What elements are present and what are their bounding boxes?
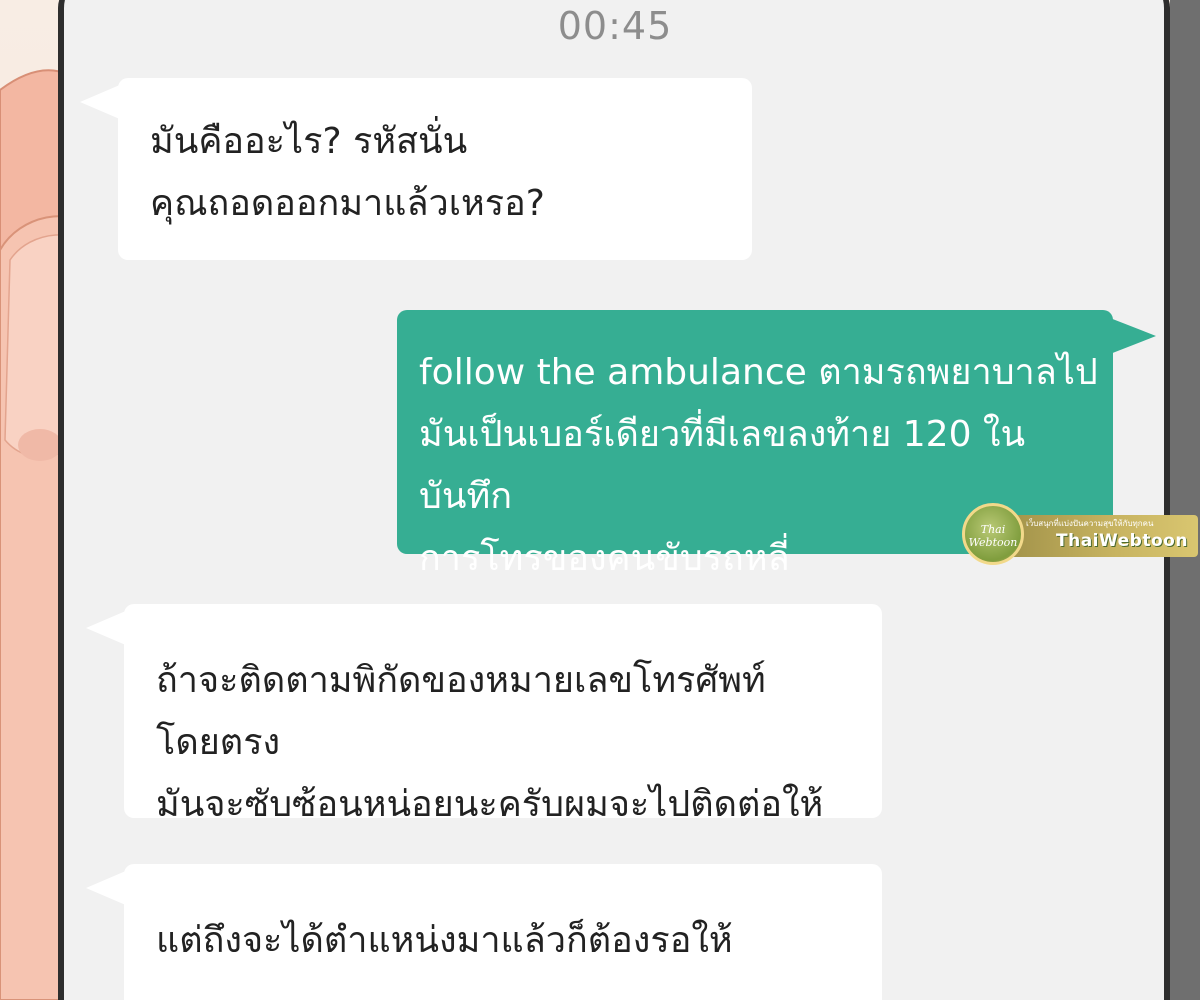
incoming-message[interactable]: แต่ถึงจะได้ตำแหน่งมาแล้วก็ต้องรอให้: [124, 864, 882, 1000]
bubble-tail-incoming: [86, 870, 128, 906]
hand-nail-highlight: [18, 429, 62, 461]
watermark-logo-text: Thai Webtoon: [968, 523, 1018, 549]
watermark-brand: ThaiWebtoon: [1056, 531, 1188, 551]
bubble-tail-outgoing: [1110, 318, 1156, 354]
watermark-tagline: เว็บสนุกที่แบ่งปันความสุขให้กับทุกคน: [1026, 519, 1154, 528]
phone-edge: [1170, 0, 1200, 1000]
watermark: Thai Webtoon เว็บสนุกที่แบ่งปันความสุขให…: [958, 503, 1198, 565]
bubble-tail-incoming: [80, 84, 122, 120]
incoming-message[interactable]: ถ้าจะติดตามพิกัดของหมายเลขโทรศัพท์โดยตรง…: [124, 604, 882, 825]
status-time: 00:45: [557, 4, 673, 48]
chat-screenshot: 00:45 มันคืออะไร? รหัสนั่น คุณถอดออกมาแล…: [0, 0, 1200, 1000]
bubble-tail-incoming: [86, 610, 128, 646]
incoming-message[interactable]: มันคืออะไร? รหัสนั่น คุณถอดออกมาแล้วเหรอ…: [118, 78, 752, 260]
